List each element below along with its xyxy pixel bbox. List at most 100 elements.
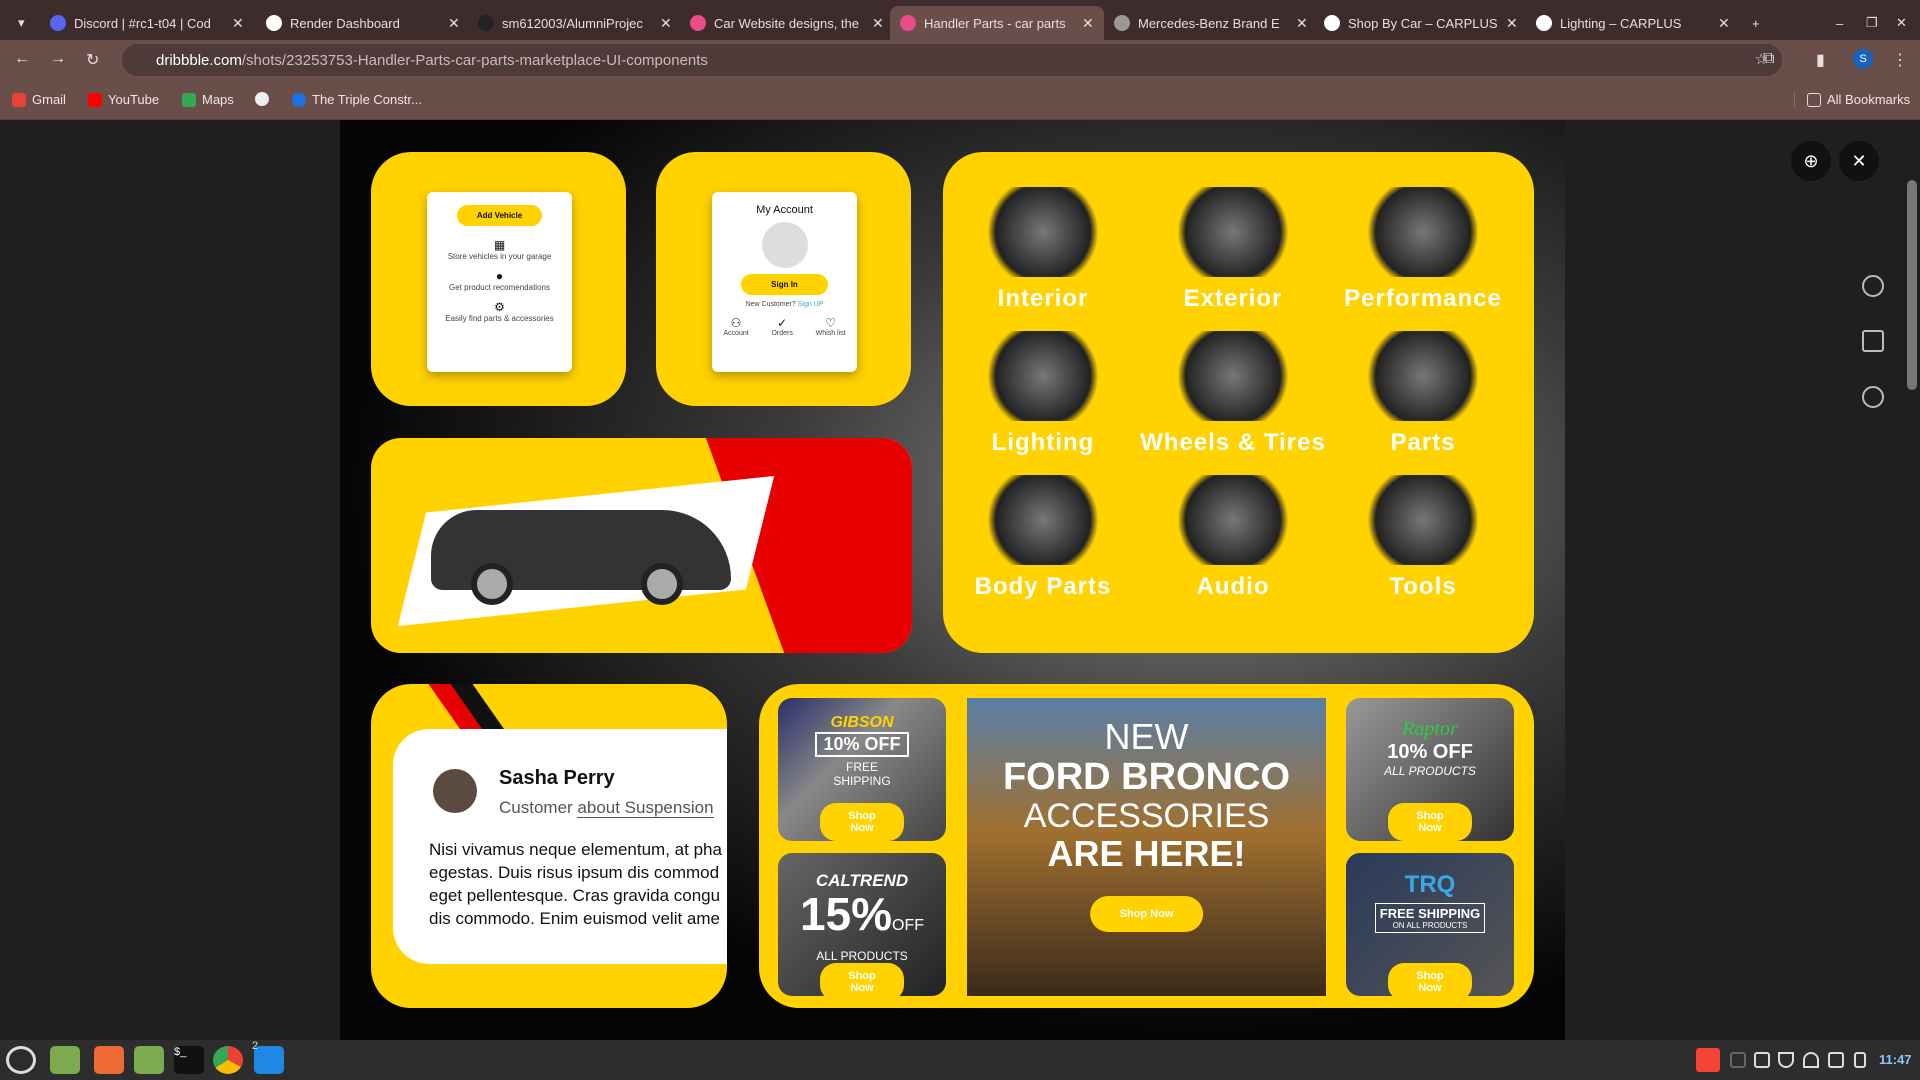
vscode-icon[interactable]: 2 bbox=[252, 1040, 284, 1074]
bookmark-triple-constr[interactable]: The Triple Constr... bbox=[292, 92, 422, 107]
info-icon[interactable] bbox=[1862, 386, 1884, 408]
category-body-parts[interactable]: Body Parts bbox=[948, 475, 1138, 601]
testimonial-about-link[interactable]: about Suspension bbox=[577, 798, 714, 818]
scrollbar[interactable] bbox=[1907, 180, 1917, 390]
tab-close-icon[interactable]: ✕ bbox=[872, 15, 884, 32]
category-interior[interactable]: Interior bbox=[948, 187, 1138, 313]
promo-sub: FREE SHIPPING bbox=[833, 760, 891, 788]
category-label: Wheels & Tires bbox=[1140, 429, 1326, 456]
terminal-icon[interactable]: $_ bbox=[174, 1046, 204, 1074]
category-tools[interactable]: Tools bbox=[1328, 475, 1518, 601]
shop-now-button[interactable]: Shop Now bbox=[1388, 803, 1472, 841]
mint-menu-icon[interactable] bbox=[6, 1046, 36, 1074]
all-bookmarks[interactable]: All Bookmarks bbox=[1794, 92, 1910, 107]
orders-link[interactable]: ✓ Orders bbox=[771, 316, 792, 337]
category-performance[interactable]: Performance bbox=[1328, 187, 1518, 313]
close-shot-button[interactable]: ✕ bbox=[1839, 141, 1879, 181]
shop-now-button[interactable]: Shop Now bbox=[1388, 963, 1472, 996]
tab-close-icon[interactable]: ✕ bbox=[660, 15, 672, 32]
chrome-icon[interactable] bbox=[213, 1046, 243, 1074]
forward-icon[interactable]: → bbox=[50, 50, 66, 68]
sign-up-link[interactable]: Sign UP bbox=[798, 301, 824, 308]
files-icon[interactable] bbox=[134, 1046, 164, 1074]
category-label: Parts bbox=[1390, 429, 1456, 456]
shop-now-button[interactable]: Shop Now bbox=[820, 803, 904, 841]
bookmarks-bar: Gmail YouTube Maps The Triple Constr... … bbox=[0, 80, 1920, 120]
category-image bbox=[1168, 331, 1298, 421]
tab-close-icon[interactable]: ✕ bbox=[1082, 15, 1094, 32]
tab-search-button[interactable]: ▾ bbox=[8, 6, 32, 40]
extensions-icon[interactable]: ⧉ bbox=[1763, 50, 1774, 68]
comment-icon[interactable] bbox=[1862, 275, 1884, 297]
add-vehicle-button[interactable]: Add Vehicle bbox=[456, 205, 543, 226]
category-audio[interactable]: Audio bbox=[1138, 475, 1328, 601]
side-panel-icon[interactable]: ▮ bbox=[1816, 50, 1825, 70]
reload-icon[interactable]: ↻ bbox=[86, 50, 99, 70]
browser-tab[interactable]: Shop By Car – CARPLUS ✕ bbox=[1314, 6, 1528, 40]
promo-trq[interactable]: TRQ FREE SHIPPING ON ALL PRODUCTS Shop No… bbox=[1346, 853, 1514, 996]
category-wheels-tires[interactable]: Wheels & Tires bbox=[1138, 331, 1328, 457]
desktop-icon[interactable] bbox=[50, 1046, 80, 1074]
browser-tab[interactable]: Discord | #rc1-t04 | Cod ✕ bbox=[40, 6, 254, 40]
tab-close-icon[interactable]: ✕ bbox=[448, 15, 460, 32]
anydesk-icon[interactable] bbox=[1696, 1048, 1720, 1072]
bookmark-label: Maps bbox=[202, 92, 234, 107]
category-parts[interactable]: Parts bbox=[1328, 331, 1518, 457]
category-exterior[interactable]: Exterior bbox=[1138, 187, 1328, 313]
category-label: Tools bbox=[1389, 573, 1457, 600]
volume-muted-icon[interactable] bbox=[1828, 1052, 1844, 1068]
browser-tab[interactable]: Car Website designs, the ✕ bbox=[680, 6, 894, 40]
bookmark-gmail[interactable]: Gmail bbox=[12, 92, 66, 107]
share-icon[interactable] bbox=[1862, 330, 1884, 352]
restore-button[interactable]: ❐ bbox=[1856, 6, 1888, 40]
zoom-in-button[interactable]: ⊕ bbox=[1791, 141, 1831, 181]
tab-title: sm612003/AlumniProjec bbox=[502, 15, 643, 31]
folder-icon bbox=[1807, 92, 1821, 107]
menu-icon[interactable]: ⋮ bbox=[1892, 50, 1908, 70]
bluetooth-icon[interactable] bbox=[1730, 1052, 1746, 1068]
tab-close-icon[interactable]: ✕ bbox=[1718, 15, 1730, 32]
browser-tab[interactable]: sm612003/AlumniProjec ✕ bbox=[468, 6, 682, 40]
category-lighting[interactable]: Lighting bbox=[948, 331, 1138, 457]
browser-tab[interactable]: Handler Parts - car parts ✕ bbox=[890, 6, 1104, 40]
close-window-button[interactable]: ✕ bbox=[1886, 6, 1917, 40]
clipboard-icon[interactable] bbox=[1754, 1052, 1770, 1068]
promo-raptor[interactable]: Raptor 10% OFF ALL PRODUCTS Shop Now bbox=[1346, 698, 1514, 841]
back-icon[interactable]: ← bbox=[14, 50, 30, 68]
profile-avatar[interactable]: S bbox=[1853, 49, 1873, 69]
address-bar[interactable]: dribbble.com/shots/23253753-Handler-Part… bbox=[122, 44, 1782, 76]
shield-icon[interactable] bbox=[1778, 1052, 1794, 1068]
testimonial-body: Sasha Perry Customer about Suspension Ni… bbox=[393, 729, 727, 964]
bookmark-youtube[interactable]: YouTube bbox=[88, 92, 159, 107]
sign-in-button[interactable]: Sign In bbox=[741, 274, 828, 295]
wifi-icon[interactable] bbox=[1803, 1052, 1819, 1068]
minimize-button[interactable]: – bbox=[1826, 6, 1853, 40]
browser-tab[interactable]: Render Dashboard ✕ bbox=[256, 6, 470, 40]
categories-panel: Interior Exterior Performance Lighting Wheel… bbox=[943, 152, 1534, 653]
promo-caltrend[interactable]: CALTREND 15%OFF ALL PRODUCTS Shop Now bbox=[778, 853, 946, 996]
new-tab-button[interactable]: + bbox=[1742, 6, 1770, 40]
battery-icon[interactable] bbox=[1854, 1052, 1866, 1068]
firefox-icon[interactable] bbox=[94, 1046, 124, 1074]
promo-offer: 10% OFF bbox=[815, 732, 909, 757]
bookmark-maps[interactable]: Maps bbox=[182, 92, 234, 107]
account-link[interactable]: ⚇ Account bbox=[723, 316, 748, 337]
category-label: Performance bbox=[1344, 285, 1502, 312]
promo-line: FORD BRONCO bbox=[1002, 756, 1291, 798]
tab-close-icon[interactable]: ✕ bbox=[1296, 15, 1308, 32]
avatar bbox=[433, 769, 477, 813]
browser-tab[interactable]: Lighting – CARPLUS ✕ bbox=[1526, 6, 1740, 40]
taskbar: $_ 2 11:47 bbox=[0, 1040, 1920, 1080]
promo-gibson[interactable]: GIBSON 10% OFF FREE SHIPPING Shop Now bbox=[778, 698, 946, 841]
shop-now-button[interactable]: Shop Now bbox=[820, 963, 904, 996]
shop-now-button[interactable]: Shop Now bbox=[1089, 896, 1204, 932]
window-count-badge: 2 bbox=[252, 1040, 259, 1052]
clock[interactable]: 11:47 bbox=[1879, 1052, 1912, 1067]
wishlist-link[interactable]: ♡ Whish list bbox=[816, 316, 846, 337]
browser-tab[interactable]: Mercedes-Benz Brand E ✕ bbox=[1104, 6, 1318, 40]
promo-ford-bronco[interactable]: NEW FORD BRONCO ACCESSORIES ARE HERE! Sh… bbox=[967, 698, 1326, 996]
tab-close-icon[interactable]: ✕ bbox=[1506, 15, 1518, 32]
tab-close-icon[interactable]: ✕ bbox=[232, 15, 244, 32]
bookmark-globe[interactable] bbox=[255, 92, 269, 106]
tab-title: Shop By Car – CARPLUS bbox=[1348, 15, 1498, 31]
